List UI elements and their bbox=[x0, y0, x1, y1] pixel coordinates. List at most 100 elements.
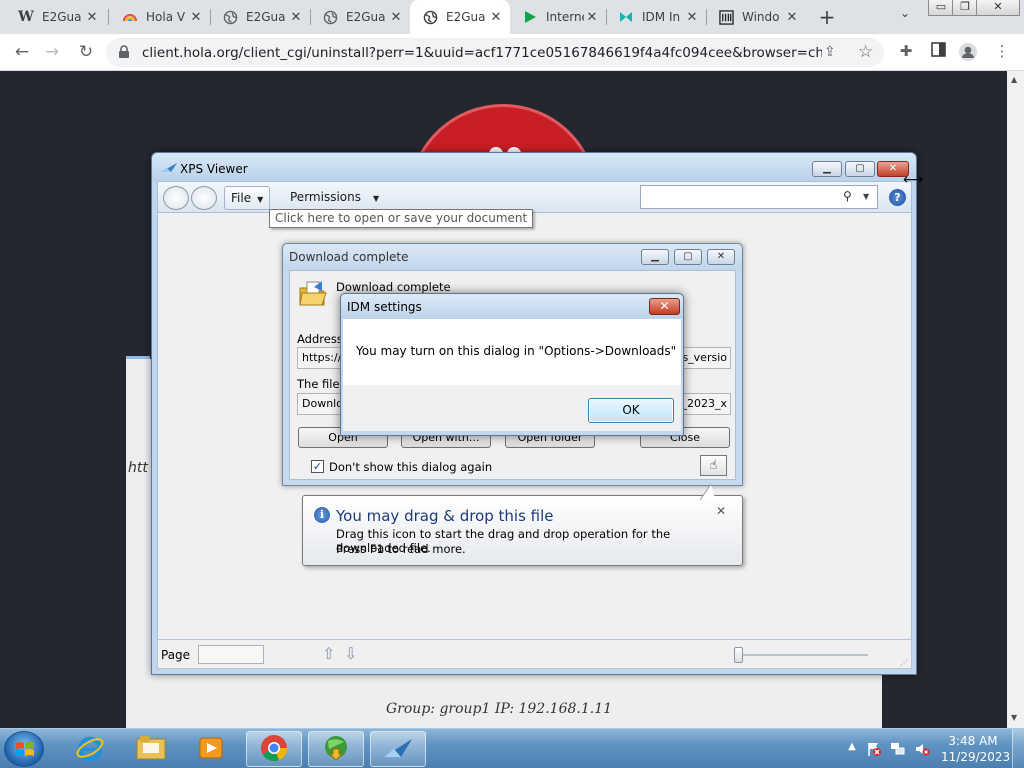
file-menu-button[interactable]: File ▼ bbox=[224, 186, 271, 210]
drag-drop-hand-icon[interactable]: ☝ bbox=[700, 455, 727, 476]
resize-grip-icon[interactable]: ⋰ bbox=[900, 658, 908, 667]
file-menu-label: File bbox=[231, 191, 252, 205]
network-icon[interactable] bbox=[890, 741, 906, 757]
close-icon[interactable]: ✕ bbox=[784, 10, 800, 25]
share-icon[interactable]: ⇪ bbox=[824, 44, 836, 60]
ok-button[interactable]: OK bbox=[588, 398, 674, 423]
dropdown-caret-icon: ▼ bbox=[372, 194, 380, 203]
xps-search-input[interactable]: ⚲ ▼ bbox=[640, 185, 878, 209]
close-icon[interactable]: ✕ bbox=[288, 10, 304, 25]
clock-time[interactable]: 3:48 AM bbox=[941, 734, 1005, 748]
browser-tab-6[interactable]: Interne ✕ bbox=[510, 0, 606, 34]
back-button[interactable]: ← bbox=[10, 40, 34, 64]
close-icon[interactable]: ✕ bbox=[488, 10, 504, 25]
chevron-down-icon[interactable]: ⌄ bbox=[893, 6, 917, 28]
side-panel-icon[interactable] bbox=[928, 42, 948, 62]
idm-icon bbox=[618, 9, 634, 25]
idm-settings-message: You may turn on this dialog in "Options-… bbox=[356, 344, 677, 358]
show-desktop-button[interactable] bbox=[1012, 729, 1024, 768]
start-button[interactable] bbox=[4, 731, 44, 767]
taskbar-chrome[interactable] bbox=[246, 731, 302, 767]
browser-tab-5-active[interactable]: E2Gua ✕ bbox=[410, 0, 510, 34]
dl-close-button[interactable]: ✕ bbox=[707, 249, 735, 265]
idm-settings-title: IDM settings bbox=[347, 300, 422, 314]
show-hidden-icons-chevron-icon[interactable]: ▲ bbox=[844, 741, 860, 757]
windows-logo-icon bbox=[15, 741, 35, 759]
reload-button[interactable]: ↻ bbox=[74, 40, 98, 64]
restore-button[interactable]: ❐ bbox=[952, 0, 978, 16]
forward-nav-button[interactable] bbox=[191, 186, 217, 210]
close-icon[interactable]: ✕ bbox=[716, 504, 726, 518]
idm-settings-close-button[interactable]: ✕ bbox=[649, 298, 680, 315]
help-icon[interactable]: ? bbox=[889, 189, 906, 206]
browser-tab-1[interactable]: W E2Gua ✕ bbox=[6, 0, 106, 34]
extensions-puzzle-icon[interactable]: ✚ bbox=[896, 42, 916, 62]
clock-date[interactable]: 11/29/2023 bbox=[941, 750, 1010, 764]
dl-maximize-button[interactable]: ▢ bbox=[674, 249, 702, 265]
file-menu-tooltip: Click here to open or save your document bbox=[269, 209, 534, 228]
globe-icon bbox=[322, 9, 338, 25]
xps-minimize-button[interactable]: ▁ bbox=[812, 161, 842, 177]
arrow-up-icon[interactable]: ⇧ bbox=[322, 644, 335, 663]
address-label: Address bbox=[297, 332, 343, 346]
forward-button[interactable]: → bbox=[40, 40, 64, 64]
dont-show-checkbox[interactable]: ✓ bbox=[311, 460, 324, 473]
group-ip-footer: Group: group1 IP: 192.168.1.11 bbox=[386, 701, 613, 717]
close-icon[interactable]: ✕ bbox=[684, 10, 700, 25]
folder-icon bbox=[135, 734, 167, 765]
page-label: Page bbox=[161, 648, 191, 662]
address-bar[interactable]: client.hola.org/client_cgi/uninstall?per… bbox=[106, 38, 884, 67]
close-window-button[interactable]: ✕ bbox=[976, 0, 1020, 16]
back-nav-button[interactable] bbox=[163, 186, 189, 210]
minimize-button[interactable]: ▭ bbox=[928, 0, 954, 16]
star-icon[interactable]: ☆ bbox=[858, 42, 873, 62]
page-number-input[interactable] bbox=[198, 645, 264, 664]
taskbar-idm[interactable] bbox=[308, 731, 364, 767]
hola-rainbow-icon bbox=[122, 9, 138, 25]
page-scrollbar[interactable]: ▲ ▼ bbox=[1007, 71, 1024, 728]
taskbar-file-explorer[interactable] bbox=[123, 731, 179, 767]
chevron-down-icon[interactable]: ▼ bbox=[863, 192, 869, 201]
browser-tab-4[interactable]: E2Gua ✕ bbox=[310, 0, 410, 34]
search-icon[interactable]: ⚲ bbox=[843, 189, 852, 203]
lock-icon bbox=[118, 45, 132, 59]
browser-toolbar: ← → ↻ client.hola.org/client_cgi/uninsta… bbox=[0, 34, 1024, 71]
zoom-slider-track bbox=[734, 654, 868, 656]
tab-title: E2Gua bbox=[346, 10, 386, 24]
close-icon[interactable]: ✕ bbox=[84, 10, 100, 25]
tab-title: E2Gua bbox=[42, 10, 82, 24]
browser-tab-8[interactable]: Windo ✕ bbox=[706, 0, 806, 34]
dl-minimize-button[interactable]: ▁ bbox=[641, 249, 669, 265]
permissions-menu-button[interactable]: Permissions ▼ bbox=[284, 186, 385, 210]
xps-viewer-icon bbox=[383, 737, 413, 762]
browser-tab-7[interactable]: IDM In ✕ bbox=[606, 0, 706, 34]
scroll-up-arrow[interactable]: ▲ bbox=[1011, 75, 1017, 84]
browser-tab-3[interactable]: E2Gua ✕ bbox=[210, 0, 310, 34]
close-icon[interactable]: ✕ bbox=[388, 10, 404, 25]
xps-maximize-button[interactable]: ▢ bbox=[845, 161, 875, 177]
tab-title: IDM In bbox=[642, 10, 681, 24]
zoom-slider-thumb[interactable] bbox=[734, 647, 743, 663]
taskbar-xps-viewer[interactable] bbox=[370, 731, 426, 767]
arrow-down-icon[interactable]: ⇩ bbox=[344, 644, 357, 663]
open-folder-icon bbox=[298, 279, 328, 309]
kebab-menu-icon[interactable]: ⋮ bbox=[992, 42, 1012, 62]
action-center-flag-icon[interactable] bbox=[866, 741, 882, 757]
tab-title: Windo bbox=[742, 10, 780, 24]
new-tab-button[interactable]: + bbox=[815, 5, 839, 29]
taskbar-media-player[interactable] bbox=[183, 731, 239, 767]
scroll-down-arrow[interactable]: ▼ bbox=[1011, 713, 1017, 722]
balloon-text-line2: Press F1 to read more. bbox=[336, 542, 466, 556]
download-complete-titlebar[interactable]: Download complete ▁ ▢ ✕ bbox=[283, 244, 742, 270]
xps-titlebar[interactable]: XPS Viewer ▁ ▢ ✕ bbox=[152, 153, 916, 181]
profile-avatar-icon[interactable] bbox=[958, 42, 978, 62]
tab-separator bbox=[108, 9, 109, 25]
taskbar-internet-explorer[interactable] bbox=[62, 731, 118, 767]
browser-tab-2[interactable]: Hola V ✕ bbox=[110, 0, 210, 34]
idm-globe-icon bbox=[321, 733, 351, 766]
close-icon[interactable]: ✕ bbox=[188, 10, 204, 25]
volume-muted-icon[interactable] bbox=[914, 741, 930, 757]
close-icon[interactable]: ✕ bbox=[584, 10, 600, 25]
idm-settings-titlebar[interactable]: IDM settings ✕ bbox=[341, 294, 683, 319]
address-value: https://i bbox=[302, 351, 345, 364]
